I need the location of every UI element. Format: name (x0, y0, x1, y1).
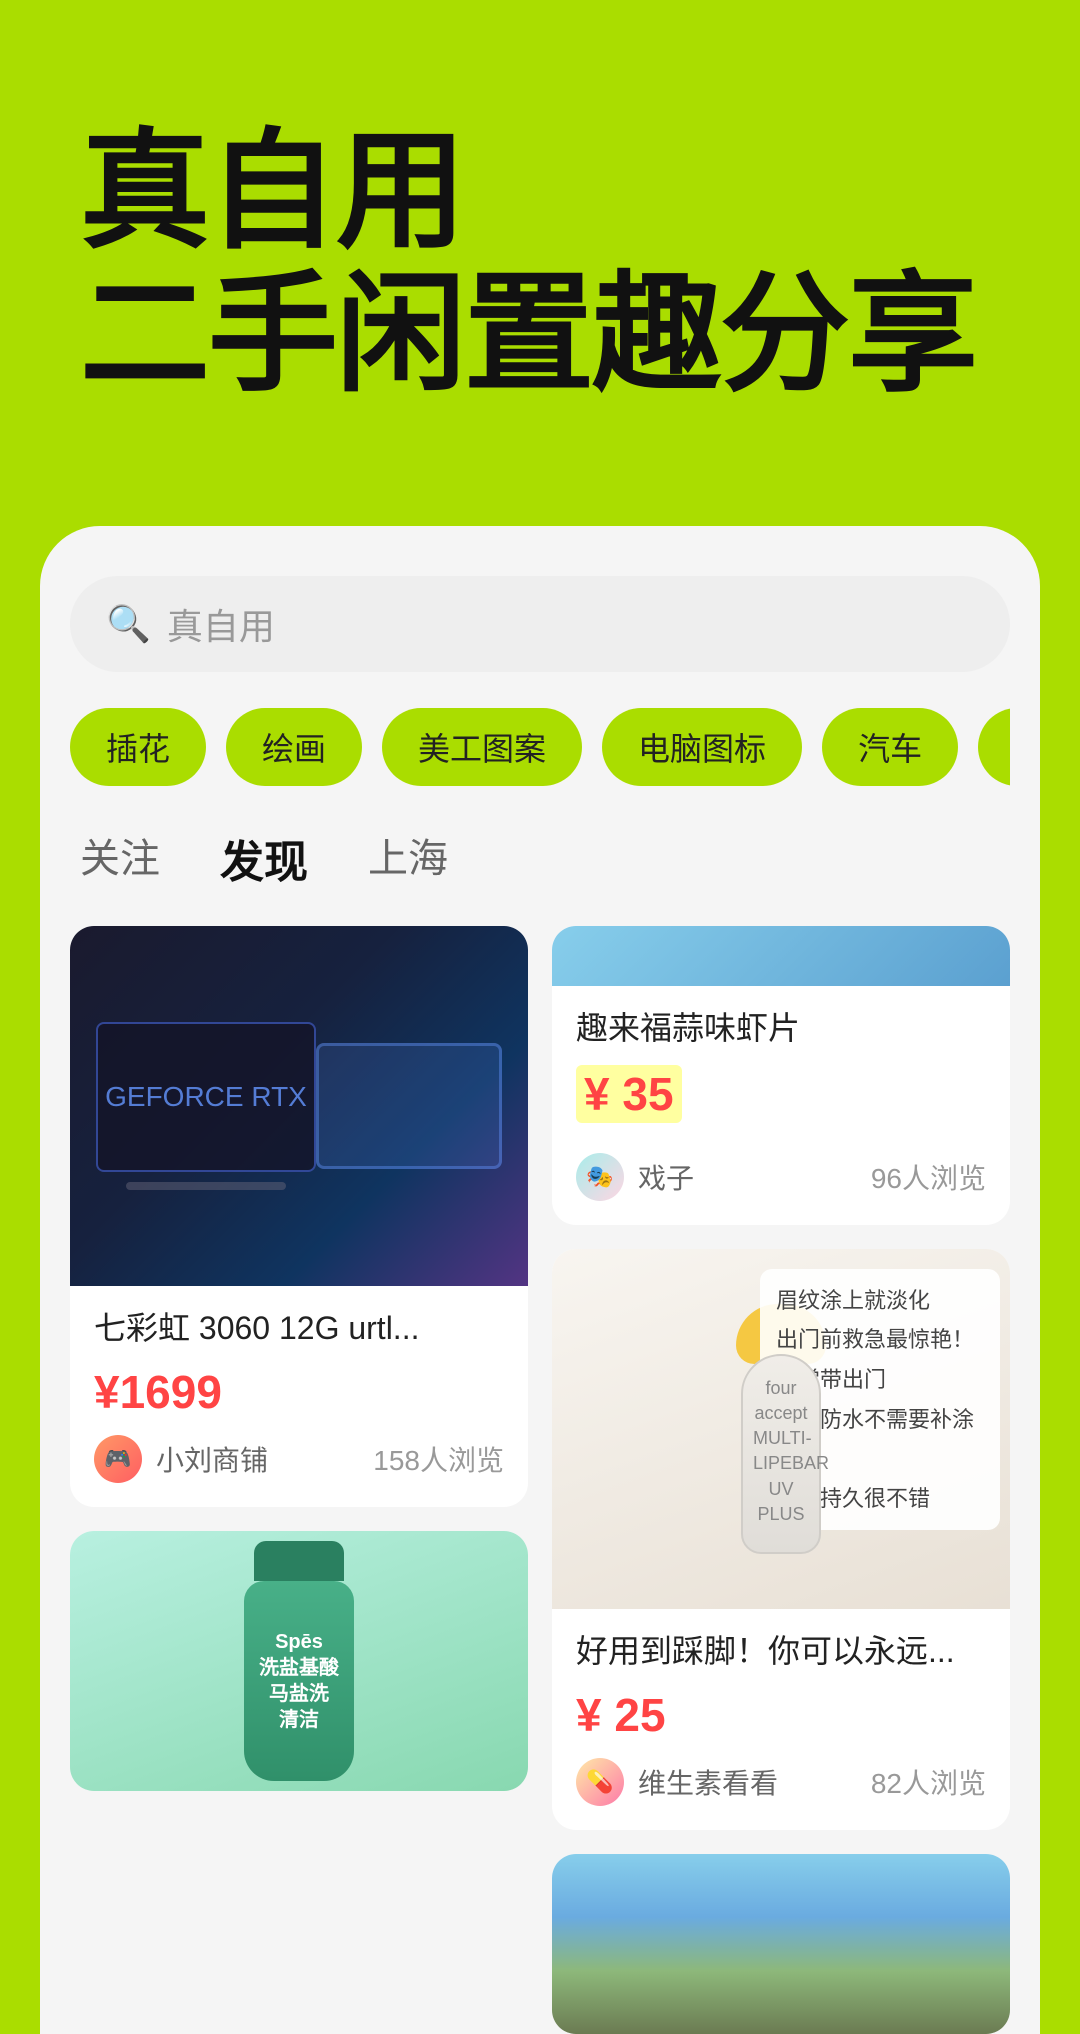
product-card-skincare[interactable]: 眉纹涂上就淡化 出门前救急最惊艳！ 日常带出门 自带防水不需要补涂~ 保湿持久很… (552, 1249, 1010, 1830)
hero-title-line1: 真自用 (80, 120, 1000, 263)
product-card-computer[interactable]: GEFORCE RTX 七彩虹 3060 12G urtl... ¥1699 🎮… (70, 926, 528, 1507)
product-title-computer: 七彩虹 3060 12G urtl... (94, 1306, 504, 1351)
search-bar[interactable]: 🔍 真自用 (70, 576, 1010, 672)
hero-title-line2: 二手闲置趣分享 (80, 263, 1000, 406)
product-card-partial-top[interactable]: 趣来福蒜味虾片 ¥ 35 🎭 戏子 96人浏览 (552, 926, 1010, 1225)
tag-car[interactable]: 汽车 (822, 708, 958, 786)
product-image-partial (552, 926, 1010, 986)
seller-info-skincare: 💊 维生素看看 (576, 1758, 778, 1806)
product-title-snack: 趣来福蒜味虾片 (576, 1006, 986, 1051)
nav-tabs: 关注 发现 上海 (70, 826, 1010, 890)
search-placeholder-text: 真自用 (167, 598, 275, 650)
app-mockup: 🔍 真自用 插花 绘画 美工图案 电脑图标 汽车 拼 关注 发现 上海 GEFO… (40, 526, 1040, 2034)
product-price-snack: ¥ 35 (576, 1065, 682, 1123)
product-image-scenery (552, 1854, 1010, 2034)
tab-shanghai[interactable]: 上海 (368, 826, 448, 890)
product-image-computer: GEFORCE RTX (70, 926, 528, 1286)
product-image-shampoo: Spēs洗盐基酸马盐洗清洁 (70, 1531, 528, 1791)
shampoo-bottle-visual: Spēs洗盐基酸马盐洗清洁 (244, 1581, 354, 1781)
view-count-skincare: 82人浏览 (871, 1762, 986, 1802)
search-icon: 🔍 (106, 603, 151, 645)
seller-avatar-computer: 🎮 (94, 1435, 142, 1483)
tag-more[interactable]: 拼 (978, 708, 1010, 786)
product-price-computer: ¥1699 (94, 1365, 504, 1419)
product-card-shampoo[interactable]: Spēs洗盐基酸马盐洗清洁 (70, 1531, 528, 1791)
hero-section: 真自用 二手闲置趣分享 (0, 0, 1080, 486)
seller-row-skincare: 💊 维生素看看 82人浏览 (576, 1758, 986, 1806)
tag-design[interactable]: 美工图案 (382, 708, 582, 786)
seller-name-snack: 戏子 (638, 1157, 694, 1197)
product-grid: GEFORCE RTX 七彩虹 3060 12G urtl... ¥1699 🎮… (70, 926, 1010, 2034)
seller-name-computer: 小刘商铺 (156, 1439, 268, 1479)
product-price-skincare: ¥ 25 (576, 1688, 986, 1742)
tab-follow[interactable]: 关注 (80, 826, 160, 890)
product-info-snack: 趣来福蒜味虾片 ¥ 35 🎭 戏子 96人浏览 (552, 986, 1010, 1225)
left-column: GEFORCE RTX 七彩虹 3060 12G urtl... ¥1699 🎮… (70, 926, 528, 2034)
seller-name-skincare: 维生素看看 (638, 1762, 778, 1802)
seller-row-computer: 🎮 小刘商铺 158人浏览 (94, 1435, 504, 1483)
tags-row: 插花 绘画 美工图案 电脑图标 汽车 拼 (70, 708, 1010, 786)
product-info-skincare: 好用到踩脚！你可以永远... ¥ 25 💊 维生素看看 82人浏览 (552, 1609, 1010, 1830)
seller-row-snack: 🎭 戏子 96人浏览 (576, 1153, 986, 1201)
skincare-note-1: 眉纹涂上就淡化 (776, 1281, 984, 1321)
right-column: 趣来福蒜味虾片 ¥ 35 🎭 戏子 96人浏览 眉纹涂上就淡化 (552, 926, 1010, 2034)
hero-title: 真自用 二手闲置趣分享 (80, 120, 1000, 406)
skincare-tube: fouracceptMULTI-LIPEBARUV PLUS (741, 1354, 821, 1554)
product-title-skincare: 好用到踩脚！你可以永远... (576, 1629, 986, 1674)
product-card-scenery[interactable] (552, 1854, 1010, 2034)
seller-info-computer: 🎮 小刘商铺 (94, 1435, 268, 1483)
seller-avatar-skincare: 💊 (576, 1758, 624, 1806)
tag-flower[interactable]: 插花 (70, 708, 206, 786)
view-count-computer: 158人浏览 (373, 1439, 504, 1479)
skincare-note-2: 出门前救急最惊艳！ (776, 1320, 984, 1360)
seller-info-snack: 🎭 戏子 (576, 1153, 694, 1201)
product-info-computer: 七彩虹 3060 12G urtl... ¥1699 🎮 小刘商铺 158人浏览 (70, 1286, 528, 1507)
seller-avatar-snack: 🎭 (576, 1153, 624, 1201)
product-image-skincare: 眉纹涂上就淡化 出门前救急最惊艳！ 日常带出门 自带防水不需要补涂~ 保湿持久很… (552, 1249, 1010, 1609)
tag-icon[interactable]: 电脑图标 (602, 708, 802, 786)
tab-discover[interactable]: 发现 (220, 826, 308, 890)
view-count-snack: 96人浏览 (871, 1157, 986, 1197)
tag-painting[interactable]: 绘画 (226, 708, 362, 786)
